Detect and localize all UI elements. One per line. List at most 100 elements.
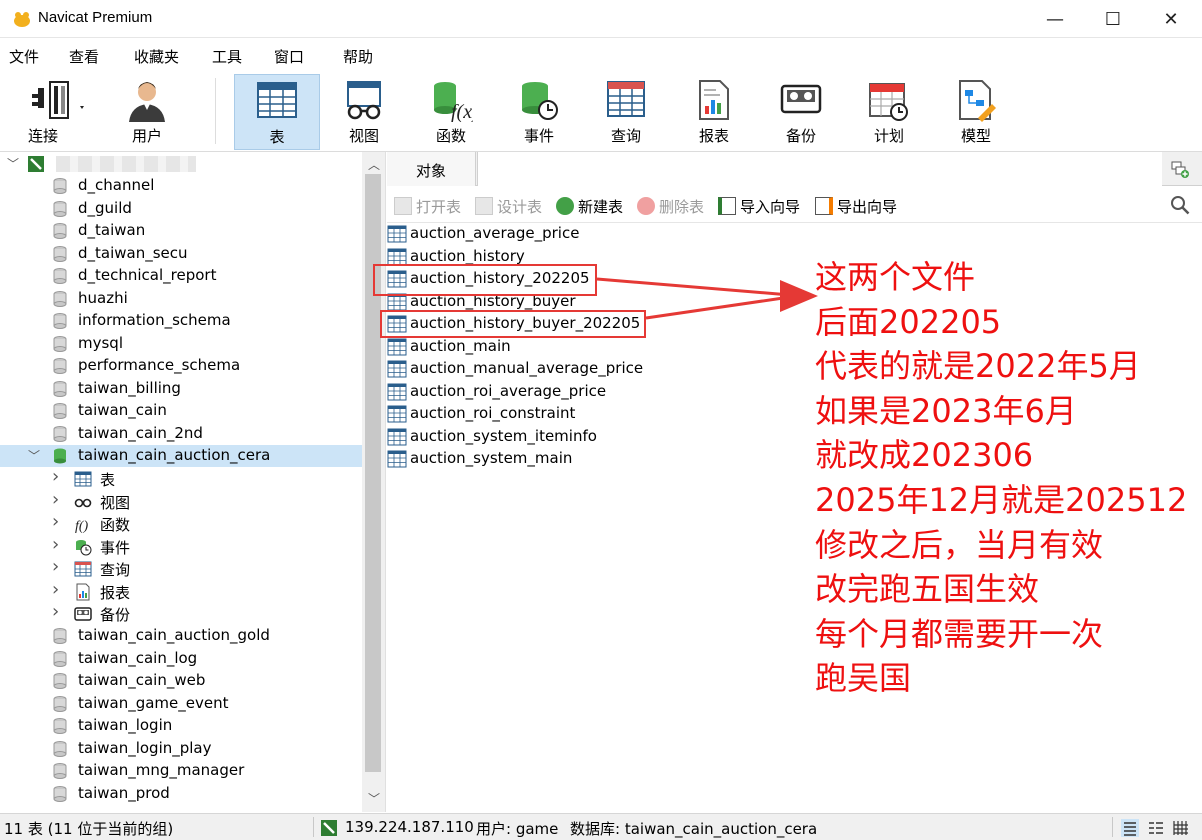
table-icon xyxy=(387,405,407,423)
chevron-down-icon[interactable]: ﹀ xyxy=(28,447,40,464)
tree-folder-item[interactable]: › 事件 xyxy=(0,534,362,558)
event-clock-icon xyxy=(76,539,92,555)
maximize-button[interactable]: ☐ xyxy=(1084,0,1142,38)
menu-window[interactable]: 窗口 xyxy=(274,46,304,67)
schedule-button[interactable]: 计划 xyxy=(846,74,932,150)
tree-db-item[interactable]: taiwan_cain_log xyxy=(0,648,362,670)
table-name: auction_roi_constraint xyxy=(410,404,576,422)
scroll-up-icon[interactable]: ︿ xyxy=(368,156,380,173)
table-icon xyxy=(74,471,92,487)
chevron-right-icon[interactable]: › xyxy=(52,579,59,600)
tree-folder-item[interactable]: › 视图 xyxy=(0,489,362,513)
export-icon xyxy=(815,197,833,215)
chevron-down-icon[interactable]: ﹀ xyxy=(7,155,19,172)
connect-button[interactable]: 连接 xyxy=(10,74,96,150)
tree-db-item[interactable]: performance_schema xyxy=(0,355,362,377)
chevron-right-icon[interactable]: › xyxy=(52,534,59,555)
tree-folder-item[interactable]: › 表 xyxy=(0,466,362,490)
scroll-down-icon[interactable]: ﹀ xyxy=(368,790,380,807)
search-icon[interactable] xyxy=(1170,195,1190,215)
tree-db-item[interactable]: taiwan_billing xyxy=(0,378,362,400)
tree-db-item[interactable]: d_guild xyxy=(0,198,362,220)
tree-db-item[interactable]: taiwan_cain xyxy=(0,400,362,422)
menu-tools[interactable]: 工具 xyxy=(212,46,242,67)
status-bar: 11 表 (11 位于当前的组) 139.224.187.110 用户: gam… xyxy=(0,813,1202,840)
design-table-icon xyxy=(475,197,493,215)
tree-db-selected[interactable]: ﹀ taiwan_cain_auction_cera xyxy=(0,445,362,467)
tree-db-item[interactable]: taiwan_cain_auction_gold xyxy=(0,625,362,647)
tree-folder-label: 表 xyxy=(100,471,116,489)
export-wizard-button[interactable]: 导出向导 xyxy=(815,196,897,217)
backup-button[interactable]: 备份 xyxy=(758,74,844,150)
database-icon xyxy=(53,628,67,644)
delete-table-label: 删除表 xyxy=(659,198,705,216)
annotation-line: 改完跑五国生效 xyxy=(815,570,1040,609)
query-icon xyxy=(74,561,92,577)
report-button[interactable]: 报表 xyxy=(671,74,757,150)
user-button[interactable]: 用户 xyxy=(104,74,190,150)
tree-db-label: taiwan_cain_auction_gold xyxy=(78,626,270,644)
tree-db-item[interactable]: huazhi xyxy=(0,288,362,310)
delete-table-button[interactable]: 删除表 xyxy=(637,196,704,217)
chevron-right-icon[interactable]: › xyxy=(52,601,59,622)
tree-db-item[interactable]: taiwan_login xyxy=(0,715,362,737)
new-tab-icon[interactable] xyxy=(1170,159,1190,179)
database-icon xyxy=(53,763,67,779)
chevron-right-icon[interactable]: › xyxy=(52,556,59,577)
import-wizard-button[interactable]: 导入向导 xyxy=(718,196,800,217)
new-table-button[interactable]: 新建表 xyxy=(556,196,623,217)
tree-db-item[interactable]: d_taiwan_secu xyxy=(0,243,362,265)
open-table-button[interactable]: 打开表 xyxy=(394,196,461,217)
tree-folder-item[interactable]: › 报表 xyxy=(0,579,362,603)
tree-db-label: huazhi xyxy=(78,288,128,307)
tree-folder-item[interactable]: › 查询 xyxy=(0,556,362,580)
database-icon xyxy=(53,313,67,329)
model-button[interactable]: 模型 xyxy=(933,74,1019,150)
svg-text:f(x): f(x) xyxy=(451,101,473,122)
tree-folder-label: 报表 xyxy=(100,583,131,602)
menu-view[interactable]: 查看 xyxy=(69,46,99,67)
grid-view-icon[interactable] xyxy=(1172,819,1190,837)
function-button[interactable]: f(x) 函数 xyxy=(408,74,494,150)
close-button[interactable]: ✕ xyxy=(1142,0,1200,38)
tree-db-item[interactable]: taiwan_cain_web xyxy=(0,670,362,692)
tab-objects[interactable]: 对象 xyxy=(387,152,476,186)
menu-favorites[interactable]: 收藏夹 xyxy=(134,46,179,67)
minus-circle-icon xyxy=(637,197,655,215)
view-button[interactable]: 视图 xyxy=(321,74,407,150)
database-icon xyxy=(53,785,67,802)
table-button[interactable]: 表 xyxy=(234,74,320,150)
list-view-icon[interactable] xyxy=(1121,819,1139,837)
tree-db-item[interactable]: d_taiwan xyxy=(0,220,362,242)
minimize-button[interactable]: — xyxy=(1026,0,1084,38)
tree-db-item[interactable]: taiwan_mng_manager xyxy=(0,760,362,782)
tree-connection-root[interactable]: ﹀ xyxy=(0,153,362,175)
query-button[interactable]: 查询 xyxy=(583,74,669,150)
chevron-right-icon[interactable]: › xyxy=(52,466,59,487)
event-clock-icon xyxy=(522,82,558,120)
tree-folder-item[interactable]: › f() 函数 xyxy=(0,511,362,535)
design-table-button[interactable]: 设计表 xyxy=(475,196,542,217)
tree-db-item[interactable]: taiwan_login_play xyxy=(0,738,362,760)
annotation-line: 2025年12月就是202512 xyxy=(815,480,1188,519)
table-name: auction_main xyxy=(410,336,511,355)
sidebar-scrollbar[interactable]: ︿ ﹀ xyxy=(362,152,386,812)
connection-icon xyxy=(28,156,44,172)
tree-db-item[interactable]: d_technical_report xyxy=(0,265,362,287)
table-icon xyxy=(387,428,407,445)
tree-db-item[interactable]: taiwan_game_event xyxy=(0,693,362,715)
detail-view-icon[interactable] xyxy=(1147,819,1165,837)
tree-db-item[interactable]: information_schema xyxy=(0,310,362,332)
tree-db-item[interactable]: mysql xyxy=(0,333,362,355)
menu-help[interactable]: 帮助 xyxy=(343,46,373,67)
chevron-right-icon[interactable]: › xyxy=(52,489,59,510)
database-icon xyxy=(53,268,67,284)
tree-db-item[interactable]: taiwan_prod xyxy=(0,783,362,805)
event-button[interactable]: 事件 xyxy=(496,74,582,150)
chevron-right-icon[interactable]: › xyxy=(52,511,59,532)
tree-db-item[interactable]: d_channel xyxy=(0,175,362,197)
menu-file[interactable]: 文件 xyxy=(9,46,39,67)
tree-folder-label: 事件 xyxy=(100,538,131,557)
tree-db-item[interactable]: taiwan_cain_2nd xyxy=(0,423,362,445)
tree-folder-item[interactable]: › 备份 xyxy=(0,601,362,625)
